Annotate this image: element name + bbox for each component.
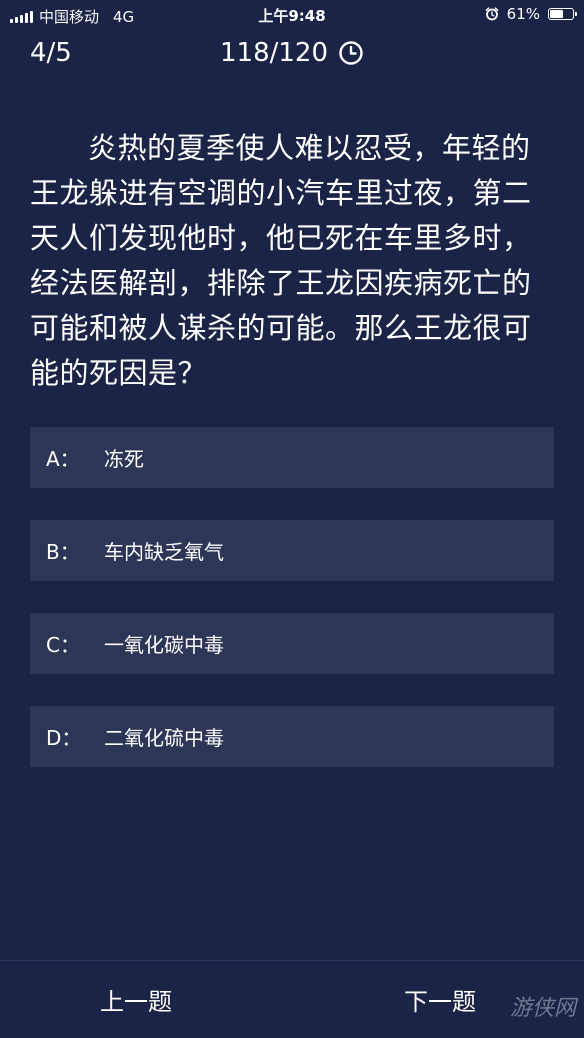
option-text: 车内缺乏氧气 — [104, 540, 224, 564]
option-a[interactable]: A： 冻死 — [30, 427, 554, 488]
battery-icon — [548, 8, 577, 20]
option-d[interactable]: D： 二氧化硫中毒 — [30, 706, 554, 767]
clock-icon — [339, 41, 363, 65]
option-letter: C： — [46, 633, 80, 657]
timer-value: 118/120 — [219, 38, 328, 68]
prev-question-button[interactable]: 上一题 — [100, 982, 172, 1017]
alarm-clock-icon — [485, 7, 498, 21]
quiz-header: 4/5 118/120 — [0, 30, 584, 76]
option-c[interactable]: C： 一氧化碳中毒 — [30, 613, 554, 674]
bottom-divider — [0, 960, 584, 961]
option-text: 一氧化碳中毒 — [104, 633, 224, 657]
status-bar: 中国移动 4G 上午9:48 61% — [0, 0, 584, 30]
option-text: 二氧化硫中毒 — [104, 726, 224, 750]
option-text: 冻死 — [104, 447, 144, 471]
watermark-logo: 游侠网 — [509, 996, 576, 1021]
option-letter: A： — [46, 447, 80, 471]
timer: 118/120 — [0, 38, 584, 68]
battery-percent: 61% — [506, 5, 540, 23]
battery-level-fill — [550, 10, 563, 18]
option-letter: D： — [46, 726, 82, 750]
option-letter: B： — [46, 540, 80, 564]
option-b[interactable]: B： 车内缺乏氧气 — [30, 520, 554, 581]
status-right: 61% — [485, 5, 577, 23]
next-question-button[interactable]: 下一题 — [404, 982, 476, 1017]
question-text: 炎热的夏季使人难以忍受，年轻的王龙躲进有空调的小汽车里过夜，第二天人们发现他时，… — [30, 131, 532, 390]
